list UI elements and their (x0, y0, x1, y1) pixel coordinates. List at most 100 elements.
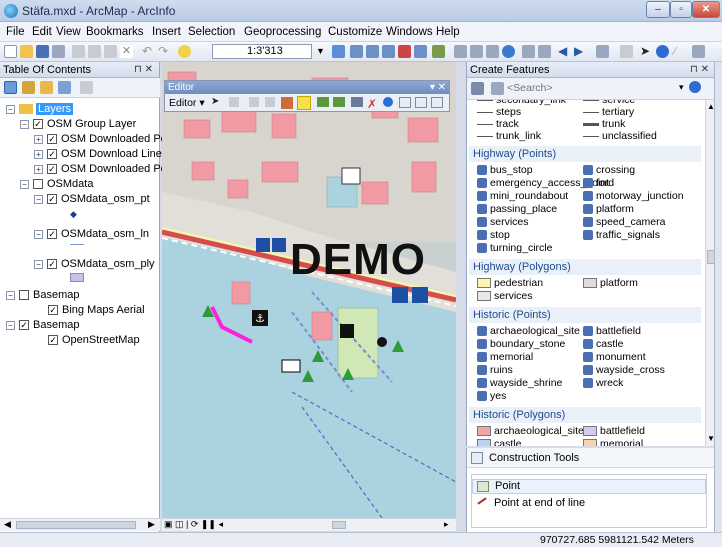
redo-icon[interactable]: ↷ (158, 45, 171, 58)
template-castle[interactable]: castle (583, 338, 623, 350)
toc-osmdata[interactable]: − OSMdata (20, 177, 93, 191)
visibility-checkbox[interactable]: ✓ (47, 229, 57, 240)
forward-icon[interactable]: ▶ (574, 45, 587, 58)
close-button[interactable]: ✕ (692, 1, 720, 18)
select-elements-icon[interactable]: ➤ (640, 45, 653, 58)
template-mini-roundabout[interactable]: mini_roundabout (477, 190, 568, 202)
toc-basemap-1[interactable]: − Basemap (6, 288, 79, 302)
template-platform[interactable]: platform (583, 277, 638, 289)
template-wayside-shrine[interactable]: wayside_shrine (477, 377, 562, 389)
toc-icon[interactable] (350, 45, 363, 58)
select-features-icon[interactable] (596, 45, 609, 58)
template-unclassified[interactable]: unclassified (583, 130, 657, 142)
menu-view[interactable]: View (56, 26, 81, 38)
expand-icon[interactable]: + (34, 134, 43, 144)
fixed-zoom-out-icon[interactable] (538, 45, 551, 58)
undo-icon[interactable]: ↶ (142, 45, 155, 58)
edit-vertices-icon[interactable] (317, 97, 329, 107)
add-data-icon[interactable] (178, 45, 191, 58)
rotate-icon[interactable] (383, 97, 393, 107)
visibility-checkbox[interactable]: ✓ (48, 305, 58, 316)
back-icon[interactable]: ◀ (558, 45, 571, 58)
menu-file[interactable]: File (6, 26, 25, 38)
template-wreck[interactable]: wreck (583, 377, 623, 389)
python-window-icon[interactable] (414, 45, 427, 58)
tool-point-at-end-of-line[interactable]: Point at end of line (472, 497, 706, 512)
pin-close-icon[interactable]: ⊓ ✕ (134, 62, 153, 78)
map-scroll-right-icon[interactable]: ▸ (444, 519, 449, 530)
toc-bing[interactable]: ✓ Bing Maps Aerial (48, 303, 145, 317)
catalog-icon[interactable] (366, 45, 379, 58)
collapse-icon[interactable]: − (34, 229, 43, 239)
template-memorial[interactable]: memorial (477, 351, 533, 363)
measure-icon[interactable] (692, 45, 705, 58)
visibility-checkbox[interactable]: ✓ (19, 320, 29, 331)
template-platform[interactable]: platform (583, 203, 634, 215)
template-section-header[interactable]: Highway (Polygons) (469, 259, 701, 275)
template-wayside-cross[interactable]: wayside_cross (583, 364, 665, 376)
options-icon[interactable] (80, 81, 93, 94)
list-by-visibility-icon[interactable] (40, 81, 53, 94)
template-memorial[interactable]: memorial (583, 438, 643, 446)
list-by-source-icon[interactable] (22, 81, 35, 94)
collapse-icon[interactable]: − (20, 119, 29, 129)
scroll-right-icon[interactable]: ▶ (148, 519, 155, 530)
collapse-icon[interactable]: − (34, 259, 43, 269)
menu-windows[interactable]: Windows (386, 26, 433, 38)
organize-templates-icon[interactable] (471, 82, 484, 95)
trace-icon[interactable] (281, 97, 293, 109)
template-trunk-link[interactable]: trunk_link (477, 130, 541, 142)
toc-osm-polys[interactable]: + ✓ OSM Downloaded Po (34, 162, 167, 176)
template-pedestrian[interactable]: pedestrian (477, 277, 543, 289)
template-battlefield[interactable]: battlefield (583, 325, 641, 337)
toc-openstreetmap[interactable]: ✓ OpenStreetMap (48, 333, 140, 347)
template-battlefield[interactable]: battlefield (583, 425, 645, 437)
scroll-left-icon[interactable]: ◀ (4, 519, 11, 530)
delete-icon[interactable]: ✕ (120, 45, 133, 58)
template-section-header[interactable]: Historic (Points) (469, 307, 701, 323)
visibility-checkbox[interactable]: ✓ (47, 134, 57, 145)
template-ford[interactable]: ford (583, 177, 614, 189)
template-tertiary[interactable]: tertiary (583, 106, 634, 118)
template-search-input[interactable] (507, 81, 677, 96)
search-dropdown-icon[interactable]: ▾ (679, 82, 684, 93)
template-castle[interactable]: castle (477, 438, 521, 446)
list-by-selection-icon[interactable] (58, 81, 71, 94)
toc-osm-group[interactable]: − ✓ OSM Group Layer (20, 117, 136, 131)
edit-annotation-icon[interactable] (229, 97, 239, 107)
template-services[interactable]: services (477, 290, 533, 302)
scale-dropdown-icon[interactable]: ▼ (316, 45, 329, 58)
editor-toolbar-icon[interactable] (332, 45, 345, 58)
zoom-in-icon[interactable] (454, 45, 467, 58)
visibility-checkbox[interactable]: ✓ (47, 259, 57, 270)
arctoolbox-icon[interactable] (398, 45, 411, 58)
side-dock-tabs[interactable] (714, 62, 722, 532)
end-point-arc-icon[interactable] (265, 97, 275, 107)
cut-polygons-icon[interactable] (351, 97, 363, 107)
toc-osmdata-pt[interactable]: − ✓ OSMdata_osm_pt (34, 192, 150, 206)
toc-osmdata-ply[interactable]: − ✓ OSMdata_osm_ply (34, 257, 155, 271)
zoom-out-icon[interactable] (470, 45, 483, 58)
template-boundary-stone[interactable]: boundary_stone (477, 338, 565, 350)
template-speed-camera[interactable]: speed_camera (583, 216, 665, 228)
menu-geoprocessing[interactable]: Geoprocessing (244, 26, 321, 38)
toc-osm-points[interactable]: + ✓ OSM Downloaded Po (34, 132, 167, 146)
fixed-zoom-in-icon[interactable] (522, 45, 535, 58)
expand-icon[interactable]: + (34, 164, 43, 174)
template-section-header[interactable]: Historic (Polygons) (469, 407, 701, 423)
template-archaeological-site[interactable]: archaeological_site (477, 325, 580, 337)
toc-osm-lines[interactable]: + ✓ OSM Download Lines (34, 147, 167, 161)
collapse-icon[interactable]: − (34, 194, 43, 204)
attributes-icon[interactable] (399, 97, 411, 108)
visibility-checkbox[interactable] (33, 179, 43, 190)
sketch-properties-icon[interactable] (415, 97, 427, 108)
template-turning-circle[interactable]: turning_circle (477, 242, 552, 254)
toc-horizontal-scrollbar[interactable]: ◀ ▶ (0, 518, 160, 531)
search-icon[interactable] (689, 81, 701, 93)
template-trunk[interactable]: trunk (583, 118, 625, 130)
menu-bookmarks[interactable]: Bookmarks (86, 26, 144, 38)
visibility-checkbox[interactable]: ✓ (47, 164, 57, 175)
map-scroll-thumb[interactable] (332, 521, 346, 529)
paste-icon[interactable] (104, 45, 117, 58)
maximize-button[interactable]: ▫ (670, 1, 692, 18)
